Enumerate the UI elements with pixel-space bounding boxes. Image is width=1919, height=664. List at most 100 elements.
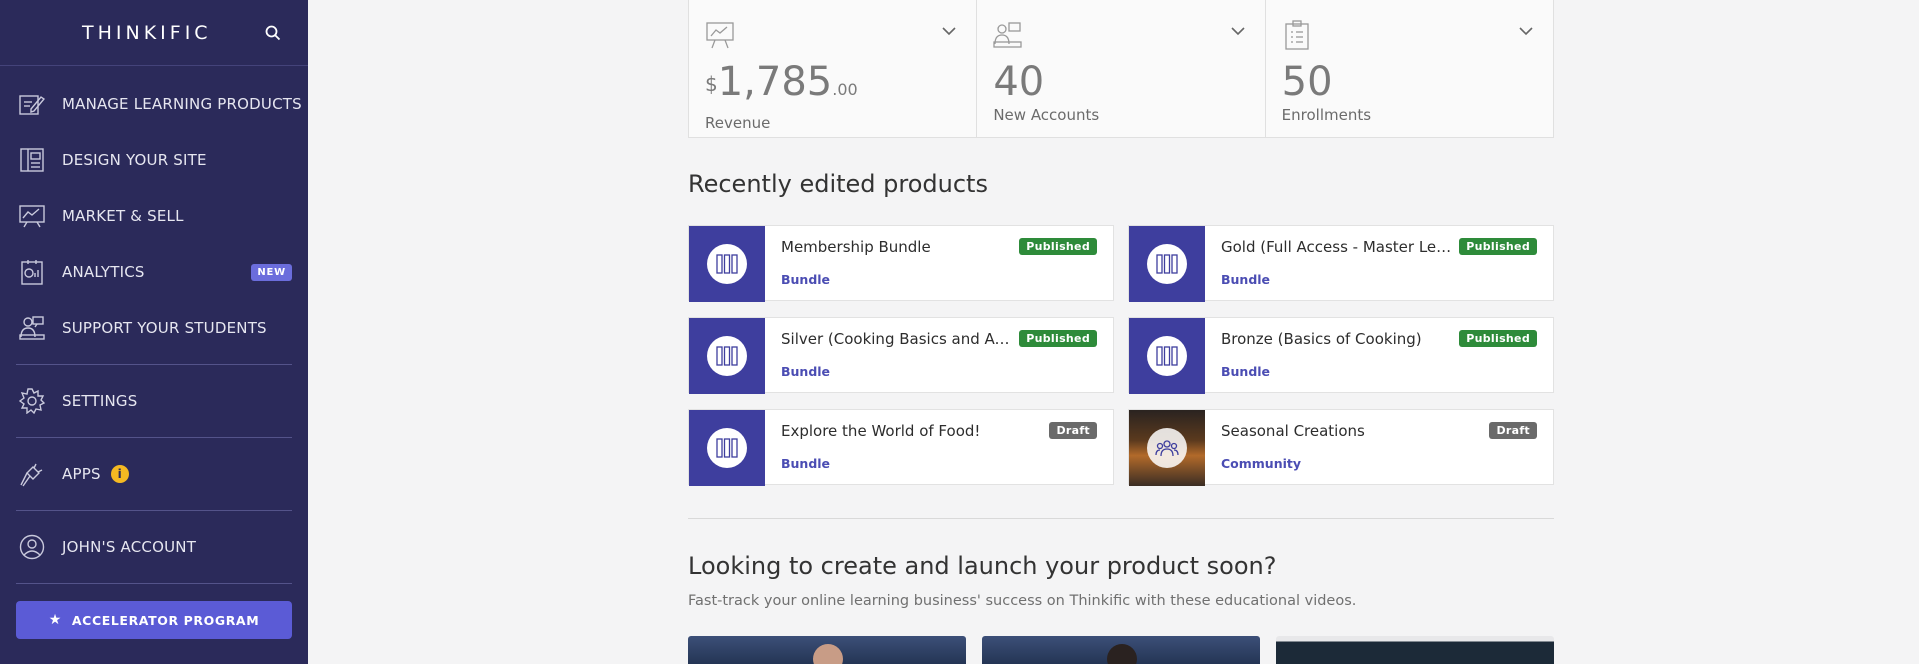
bundle-icon: [716, 346, 738, 366]
presentation-board-icon: [706, 22, 734, 49]
video-thumbnail[interactable]: [688, 636, 966, 664]
info-icon[interactable]: i: [110, 465, 129, 483]
new-badge: NEW: [251, 263, 292, 281]
sidebar-item-label: SUPPORT YOUR STUDENTS: [62, 319, 267, 337]
brand-bar: THINKIFIC: [0, 0, 308, 66]
accelerator-label: ACCELERATOR PROGRAM: [71, 612, 260, 628]
sidebar: THINKIFIC MANAGE LEARNING PRODUCTS DESIG…: [0, 0, 308, 664]
status-badge: Draft: [1049, 422, 1097, 439]
status-badge: Published: [1019, 238, 1097, 255]
product-name: Bronze (Basics of Cooking): [1221, 330, 1422, 348]
product-card[interactable]: Bronze (Basics of Cooking) Bundle Publis…: [1128, 317, 1554, 394]
stat-value: 40: [993, 59, 1045, 105]
product-type: Bundle: [1221, 272, 1271, 287]
stat-label: Revenue: [705, 114, 771, 132]
status-badge: Published: [1459, 330, 1537, 347]
product-type: Bundle: [781, 456, 831, 471]
bundle-icon: [716, 254, 738, 274]
product-type: Bundle: [781, 364, 831, 379]
product-card[interactable]: Gold (Full Access - Master Lev... Bundle…: [1128, 225, 1554, 302]
product-thumbnail: [689, 410, 765, 486]
users-desk-icon: [993, 22, 1022, 48]
recently-edited-title: Recently edited products: [688, 170, 988, 198]
sidebar-item-label: DESIGN YOUR SITE: [62, 151, 207, 169]
gear-icon: [18, 387, 46, 415]
sidebar-item-label: JOHN'S ACCOUNT: [62, 538, 197, 556]
sidebar-item-label: APPS: [62, 465, 101, 483]
sidebar-nav: MANAGE LEARNING PRODUCTS DESIGN YOUR SIT…: [0, 66, 308, 584]
stat-value: 50: [1281, 59, 1333, 105]
launch-subtitle: Fast-track your online learning business…: [688, 593, 1357, 609]
stat-new-accounts: 40 New Accounts: [977, 0, 1266, 137]
stat-label: New Accounts: [993, 106, 1100, 124]
sidebar-item-manage-learning-products[interactable]: MANAGE LEARNING PRODUCTS: [0, 76, 308, 132]
recent-products-grid: Membership Bundle Bundle Published Gold …: [688, 225, 1554, 501]
product-card[interactable]: Silver (Cooking Basics and Ad... Bundle …: [688, 317, 1114, 394]
video-thumbnail[interactable]: [1276, 636, 1554, 664]
bundle-icon: [1156, 254, 1178, 274]
main-content: $1,785.00 Revenue 40 New Accounts 50 Enr…: [308, 0, 1919, 664]
stat-label: Enrollments: [1281, 106, 1372, 124]
product-thumbnail: [1129, 318, 1205, 394]
product-type: Community: [1221, 456, 1302, 471]
product-name: Gold (Full Access - Master Lev...: [1221, 238, 1453, 256]
user-icon: [18, 533, 46, 561]
sidebar-item-johns-account[interactable]: JOHN'S ACCOUNT: [0, 519, 308, 575]
students-icon: [18, 314, 46, 342]
launch-title: Looking to create and launch your produc…: [688, 552, 1277, 580]
chevron-down-icon[interactable]: [1231, 26, 1245, 36]
bundle-icon: [716, 438, 738, 458]
product-card[interactable]: Explore the World of Food! Bundle Draft: [688, 409, 1114, 486]
status-badge: Published: [1459, 238, 1537, 255]
product-card[interactable]: Seasonal Creations Community Draft: [1128, 409, 1554, 486]
video-thumbnail[interactable]: [982, 636, 1260, 664]
stat-value: $1,785.00: [705, 59, 858, 105]
clipboard-icon: [1285, 20, 1309, 50]
brand-logo[interactable]: THINKIFIC: [82, 22, 212, 44]
sidebar-item-label: SETTINGS: [62, 392, 138, 410]
layout-icon: [18, 146, 46, 174]
product-type: Bundle: [1221, 364, 1271, 379]
sidebar-item-apps[interactable]: APPS i: [0, 446, 308, 502]
star-icon: ★: [48, 612, 62, 628]
search-icon[interactable]: [264, 24, 282, 42]
product-thumbnail-photo: [1129, 410, 1205, 486]
product-type: Bundle: [781, 272, 831, 287]
plug-icon: [18, 460, 46, 488]
edit-doc-icon: [18, 90, 46, 118]
product-thumbnail: [1129, 226, 1205, 302]
sidebar-item-label: ANALYTICS: [62, 263, 145, 281]
sidebar-item-settings[interactable]: SETTINGS: [0, 373, 308, 429]
community-icon: [1155, 440, 1179, 457]
product-name: Silver (Cooking Basics and Ad...: [781, 330, 1013, 348]
chevron-down-icon[interactable]: [1519, 26, 1533, 36]
product-thumbnail: [689, 226, 765, 302]
stat-revenue: $1,785.00 Revenue: [689, 0, 978, 137]
sidebar-item-label: MARKET & SELL: [62, 207, 184, 225]
analytics-icon: [18, 258, 46, 286]
stats-panel: $1,785.00 Revenue 40 New Accounts 50 Enr…: [688, 0, 1554, 138]
sidebar-item-market-sell[interactable]: MARKET & SELL: [0, 188, 308, 244]
product-thumbnail: [689, 318, 765, 394]
stat-enrollments: 50 Enrollments: [1266, 0, 1553, 137]
section-divider: [688, 518, 1554, 519]
accelerator-program-button[interactable]: ★ ACCELERATOR PROGRAM: [16, 601, 292, 639]
bundle-icon: [1156, 346, 1178, 366]
product-name: Explore the World of Food!: [781, 422, 981, 440]
product-name: Seasonal Creations: [1221, 422, 1365, 440]
video-row: [688, 636, 1554, 664]
status-badge: Draft: [1489, 422, 1537, 439]
sidebar-item-design-your-site[interactable]: DESIGN YOUR SITE: [0, 132, 308, 188]
divider: [16, 364, 292, 365]
divider: [16, 510, 292, 511]
status-badge: Published: [1019, 330, 1097, 347]
sidebar-item-support-your-students[interactable]: SUPPORT YOUR STUDENTS: [0, 300, 308, 356]
product-card[interactable]: Membership Bundle Bundle Published: [688, 225, 1114, 302]
chevron-down-icon[interactable]: [942, 26, 956, 36]
chart-board-icon: [18, 202, 46, 230]
divider: [16, 583, 292, 584]
product-name: Membership Bundle: [781, 238, 931, 256]
divider: [16, 437, 292, 438]
sidebar-item-analytics[interactable]: ANALYTICS NEW: [0, 244, 308, 300]
sidebar-item-label: MANAGE LEARNING PRODUCTS: [62, 95, 302, 113]
